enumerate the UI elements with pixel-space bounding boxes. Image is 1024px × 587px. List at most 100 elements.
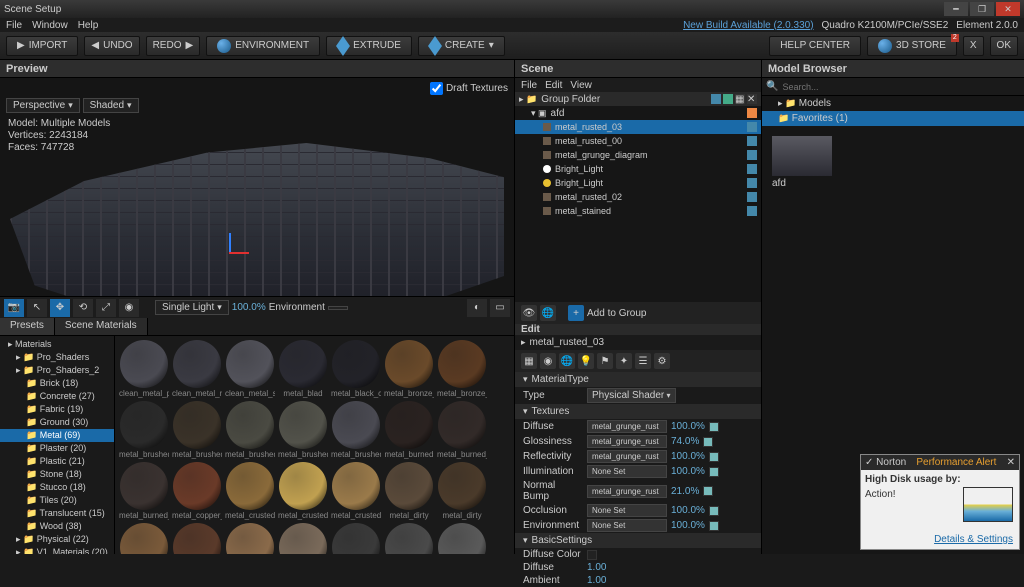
material-thumbnail[interactable]: clean_metal_plate [119,340,169,398]
texture-value-field[interactable]: None Set [587,465,667,478]
material-thumbnail[interactable]: metal_dirty [384,462,434,520]
model-browser-models-folder[interactable]: ▸ 📁 Models [762,96,1024,111]
scene-hierarchy-tree[interactable]: ▸ 📁 Group Folder ▦✕ ▾ ▣ afd metal_rusted… [515,92,761,302]
material-thumbnail[interactable]: metal_dirty [437,462,487,520]
texture-value-field[interactable]: metal_grunge_rust [587,485,667,498]
menu-window[interactable]: Window [32,20,68,31]
notification-close-button[interactable]: ✕ [1007,457,1015,468]
texture-percent-field[interactable]: 100.0% [671,451,705,462]
scene-root-item[interactable]: ▾ ▣ afd [515,106,761,120]
texture-value-field[interactable]: metal_grunge_rust [587,435,667,448]
move-tool-button[interactable]: ✥ [50,299,70,317]
redo-button[interactable]: REDO ▶ [146,36,201,56]
ok-button[interactable]: OK [990,36,1018,56]
material-tree-item[interactable]: 📁 Metal (69) [0,429,114,442]
texture-toggle[interactable] [709,521,719,531]
texture-value-field[interactable]: None Set [587,504,667,517]
import-button[interactable]: ▶ IMPORT [6,36,78,56]
scene-eye-button[interactable]: 👁 [521,305,537,321]
material-thumbnail[interactable] [331,523,381,554]
texture-value-field[interactable]: metal_grunge_rust [587,450,667,463]
add-to-group-button[interactable]: + [568,305,584,321]
material-tree-item[interactable]: 📁 Plastic (21) [0,455,114,468]
material-thumbnail[interactable]: metal_crusted_03 [331,462,381,520]
material-thumbnail[interactable]: metal_burned [384,401,434,459]
edit-sphere-button[interactable]: ◉ [540,353,556,369]
window-close-button[interactable]: ✕ [996,2,1020,16]
material-thumbnail-grid[interactable]: clean_metal_plateclean_metal_roughclean_… [115,336,514,554]
material-tree-item[interactable]: 📁 Tiles (20) [0,494,114,507]
undo-button[interactable]: ◀ UNDO [84,36,139,56]
texture-value-field[interactable]: None Set [587,519,667,532]
material-tree-item[interactable]: 📁 Ground (30) [0,416,114,429]
material-tree-item[interactable]: ▸ 📁 Pro_Shaders [0,351,114,364]
model-search-input[interactable] [782,82,1020,92]
material-type-section[interactable]: ▾ MaterialType [515,372,761,387]
3d-viewport[interactable]: Draft Textures Perspective ▾ Shaded ▾ Mo… [0,78,514,296]
notification-details-link[interactable]: Details & Settings [934,534,1013,545]
material-tree-item[interactable]: 📁 Fabric (19) [0,403,114,416]
texture-toggle[interactable] [709,422,719,432]
texture-toggle[interactable] [703,437,713,447]
menu-file[interactable]: File [6,20,22,31]
material-tree-item[interactable]: 📁 Concrete (27) [0,390,114,403]
texture-value-field[interactable]: metal_grunge_rust [587,420,667,433]
tab-presets[interactable]: Presets [0,318,55,335]
viewport-option-2-button[interactable]: ▭ [490,299,510,317]
shaded-dropdown[interactable]: Shaded ▾ [83,98,139,113]
scale-tool-button[interactable]: ⤢ [96,299,116,317]
material-tree-item[interactable]: ▸ 📁 V1_Materials (20) [0,546,114,554]
material-thumbnail[interactable]: metal_crusted_01 [225,462,275,520]
perspective-dropdown[interactable]: Perspective ▾ [6,98,80,113]
material-thumbnail[interactable]: metal_brushed_st [278,401,328,459]
lighting-dropdown[interactable]: Single Light ▾ [155,300,229,315]
material-thumbnail[interactable]: metal_bronze_raw [384,340,434,398]
material-thumbnail[interactable]: metal_bronze_rust [437,340,487,398]
tab-scene-materials[interactable]: Scene Materials [55,318,148,335]
new-build-link[interactable]: New Build Available (2.0.330) [683,20,813,31]
material-thumbnail[interactable]: clean_metal_rough [172,340,222,398]
select-tool-button[interactable]: ↖ [27,299,47,317]
textures-section[interactable]: ▾ Textures [515,404,761,419]
edit-texture-button[interactable]: ▦ [521,353,537,369]
material-thumbnail[interactable] [278,523,328,554]
environment-button[interactable]: ENVIRONMENT [206,36,320,56]
material-tree-item[interactable]: ▸ Materials [0,338,114,351]
material-thumbnail[interactable]: metal_black_chips [331,340,381,398]
material-tree-item[interactable]: 📁 Brick (18) [0,377,114,390]
edit-wand-button[interactable]: ✦ [616,353,632,369]
texture-toggle[interactable] [703,486,713,496]
3d-store-button[interactable]: 3D STORE2 [867,36,957,56]
model-browser-favorites-folder[interactable]: 📁 Favorites (1) [762,111,1024,126]
texture-toggle[interactable] [709,506,719,516]
material-thumbnail[interactable]: metal_crusted_02 [278,462,328,520]
edit-layers-button[interactable]: ☰ [635,353,651,369]
material-thumbnail[interactable]: metal_burned_des [437,401,487,459]
texture-percent-field[interactable]: 100.0% [671,466,705,477]
scene-item[interactable]: metal_rusted_03 [515,120,761,134]
extrude-button[interactable]: EXTRUDE [326,36,412,56]
material-thumbnail[interactable] [437,523,487,554]
texture-percent-field[interactable]: 100.0% [671,505,705,516]
material-tree-item[interactable]: 📁 Stone (18) [0,468,114,481]
scene-menu-file[interactable]: File [521,80,537,91]
menu-help[interactable]: Help [78,20,99,31]
material-tree-item[interactable]: ▸ 📁 Pro_Shaders_2 [0,364,114,377]
material-tree-item[interactable]: 📁 Stucco (18) [0,481,114,494]
material-thumbnail[interactable] [384,523,434,554]
help-center-button[interactable]: HELP CENTER [769,36,861,56]
edit-flag-button[interactable]: ⚑ [597,353,613,369]
shader-type-dropdown[interactable]: Physical Shader ▾ [587,388,676,403]
scene-item[interactable]: Bright_Light [515,176,761,190]
scene-item[interactable]: metal_rusted_02 [515,190,761,204]
basic-value-field[interactable]: 1.00 [587,575,606,586]
material-thumbnail[interactable]: metal_burned_wat [119,462,169,520]
window-maximize-button[interactable]: ❐ [970,2,994,16]
basic-value-field[interactable]: 1.00 [587,562,606,573]
material-thumbnail[interactable]: metal_brushed_pla [331,401,381,459]
scene-item[interactable]: metal_rusted_00 [515,134,761,148]
x-button[interactable]: X [963,36,984,56]
camera-tool-button[interactable]: 📷 [4,299,24,317]
material-category-tree[interactable]: ▸ Materials▸ 📁 Pro_Shaders▸ 📁 Pro_Shader… [0,336,115,554]
anchor-tool-button[interactable]: ◉ [119,299,139,317]
